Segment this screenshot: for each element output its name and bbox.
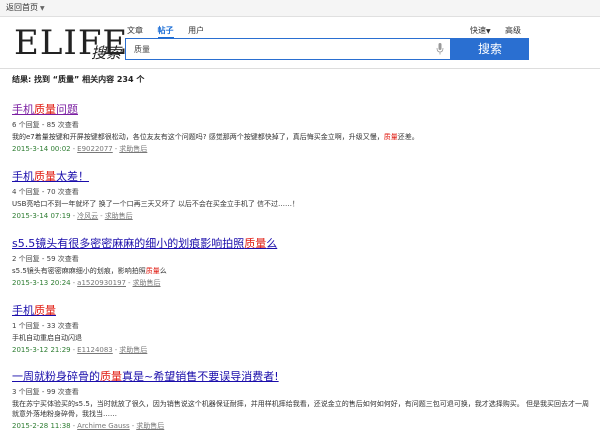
title-highlight: 质量 — [244, 237, 267, 250]
result-meta: 2015-2-28 11:38- Archime Gauss - 求助售后 — [12, 421, 592, 431]
result-category-link[interactable]: 求助售后 — [133, 279, 161, 287]
result-stats: 4 个回复 - 70 次查看 — [12, 188, 79, 196]
snippet-text: 我在苏宁买体验买的s5.5，当时就放了很久，因为销售说这个机器保证耐摔，并用样机… — [12, 400, 590, 418]
result-category-link[interactable]: 求助售后 — [105, 212, 133, 220]
separator: - — [72, 145, 76, 153]
search-result: 手机质量太差！ 4 个回复 - 70 次查看 USB亮哈口不到一年就坏了 换了一个口… — [12, 168, 592, 221]
snippet-text: 还差。 — [397, 133, 419, 141]
snippet-text: 我的e7着量按键和开屏按键都很松动，各位友友有这个问题吗? 感觉那两个按键都快掉… — [12, 133, 384, 141]
snippet-highlight: 质量 — [383, 133, 398, 141]
snippet-text: 么 — [159, 267, 167, 275]
result-stats: 6 个回复 - 85 次查看 — [12, 121, 79, 129]
result-date: 2015-3-14 07:19 — [12, 212, 71, 220]
search-result: s5.5镜头有很多密密麻麻的细小的划痕影响拍照质量么 2 个回复 - 59 次查看… — [12, 235, 592, 288]
separator: - — [114, 145, 118, 153]
search-button[interactable]: 搜索 — [451, 38, 529, 60]
result-date: 2015-3-13 20:24 — [12, 279, 71, 287]
snippet-highlight: 质量 — [145, 267, 160, 275]
separator: - — [72, 212, 76, 220]
result-snippet: 我的e7着量按键和开屏按键都很松动，各位友友有这个问题吗? 感觉那两个按键都快掉… — [12, 132, 592, 142]
result-author-link[interactable]: E1124083 — [77, 346, 113, 354]
snippet-text: USB亮哈口不到一年就坏了 换了一个口再三天又坏了 以后不会在买金立手机了 信不… — [12, 200, 300, 208]
result-category-link[interactable]: 求助售后 — [136, 422, 164, 430]
title-highlight: 质量 — [34, 103, 56, 116]
title-text: 问题 — [56, 103, 78, 116]
separator: - — [127, 279, 131, 287]
result-summary: 结果: 找到 “质量” 相关内容 234 个 — [12, 75, 145, 84]
advanced-search-link[interactable]: 高级 — [505, 25, 521, 36]
title-text: 手机 — [12, 170, 34, 183]
separator: - — [131, 422, 135, 430]
result-title-link[interactable]: 手机质量 — [12, 302, 592, 318]
result-stats: 3 个回复 - 99 次查看 — [12, 388, 79, 396]
separator: - — [72, 422, 76, 430]
title-highlight: 质量 — [34, 170, 56, 183]
title-text: s5.5镜头有很多密密麻麻的细小的划痕影响拍照 — [12, 237, 245, 250]
result-date: 2015-3-12 21:29 — [12, 346, 71, 354]
microphone-icon[interactable] — [436, 43, 444, 55]
fast-search-dropdown[interactable]: 快速▼ — [470, 26, 491, 35]
tab-articles[interactable]: 文章 — [127, 26, 143, 35]
title-text: 手机 — [12, 103, 34, 116]
result-title-link[interactable]: s5.5镜头有很多密密麻麻的细小的划痕影响拍照质量么 — [12, 235, 592, 251]
result-title-link[interactable]: 手机质量问题 — [12, 101, 592, 117]
result-meta: 2015-3-14 00:02- E9022077- 求助售后 — [12, 144, 592, 154]
result-stats: 1 个回复 - 33 次查看 — [12, 322, 79, 330]
back-home-link[interactable]: 返回首页 ▼ — [6, 2, 45, 13]
result-meta: 2015-3-13 20:24- a1520930197- 求助售后 — [12, 278, 592, 288]
top-bar: 返回首页 ▼ — [0, 0, 600, 17]
result-title-link[interactable]: 手机质量太差！ — [12, 168, 592, 184]
search-result: 手机质量 1 个回复 - 33 次查看 手机自动重启自动闪退 2015-3-12 21… — [12, 302, 592, 355]
title-text: 太差！ — [56, 170, 89, 183]
separator: - — [114, 346, 118, 354]
logo-subtitle: 搜索 — [91, 44, 122, 62]
result-title-link[interactable]: 一周就粉身碎骨的质量真是~希望销售不要误导消费者! — [12, 368, 592, 384]
title-highlight: 质量 — [100, 370, 122, 383]
search-result: 一周就粉身碎骨的质量真是~希望销售不要误导消费者! 3 个回复 - 99 次查看我… — [12, 368, 592, 431]
result-category-link[interactable]: 求助售后 — [119, 145, 147, 153]
title-text: 真是~希望销售不要误导消费者! — [122, 370, 279, 383]
snippet-text: s5.5镜头有密密麻麻细小的划痕，影响拍照 — [12, 267, 146, 275]
chevron-down-icon: ▼ — [486, 28, 491, 35]
separator: - — [100, 212, 103, 220]
result-author-link[interactable]: E9022077 — [77, 145, 113, 153]
result-meta: 2015-3-12 21:29- E1124083- 求助售后 — [12, 345, 592, 355]
result-snippet: 我在苏宁买体验买的s5.5，当时就放了很久，因为销售说这个机器保证耐摔，并用样机… — [12, 399, 592, 419]
search-tabs: 文章 帖子 用户 — [127, 25, 216, 39]
title-text: 手机 — [12, 304, 34, 317]
result-date: 2015-3-14 00:02 — [12, 145, 71, 153]
search-box — [125, 38, 451, 60]
result-snippet: USB亮哈口不到一年就坏了 换了一个口再三天又坏了 以后不会在买金立手机了 信不… — [12, 199, 592, 209]
header-divider — [0, 68, 600, 69]
chevron-down-icon: ▼ — [40, 5, 45, 12]
result-snippet: s5.5镜头有密密麻麻细小的划痕，影响拍照质量么 — [12, 266, 592, 276]
result-stats: 2 个回复 - 59 次查看 — [12, 255, 79, 263]
result-author-link[interactable]: Archime Gauss — [77, 422, 130, 430]
result-snippet: 手机自动重启自动闪退 — [12, 333, 592, 343]
title-text: 么 — [266, 237, 278, 250]
result-date: 2015-2-28 11:38 — [12, 422, 71, 430]
search-result: 手机质量问题 6 个回复 - 85 次查看 我的e7着量按键和开屏按键都很松动，各位… — [12, 101, 592, 154]
snippet-text: 手机自动重启自动闪退 — [12, 334, 82, 342]
search-input[interactable] — [132, 44, 426, 55]
title-text: 一周就粉身碎骨的 — [12, 370, 100, 383]
result-meta: 2015-3-14 07:19- 冷风云 - 求助售后 — [12, 211, 592, 221]
search-options: 快速▼ 高级 — [470, 25, 521, 36]
result-category-link[interactable]: 求助售后 — [119, 346, 147, 354]
title-highlight: 质量 — [34, 304, 56, 317]
tab-users[interactable]: 用户 — [188, 26, 204, 35]
separator: - — [72, 279, 76, 287]
result-author-link[interactable]: a1520930197 — [77, 279, 126, 287]
separator: - — [72, 346, 76, 354]
result-author-link[interactable]: 冷风云 — [77, 212, 98, 220]
